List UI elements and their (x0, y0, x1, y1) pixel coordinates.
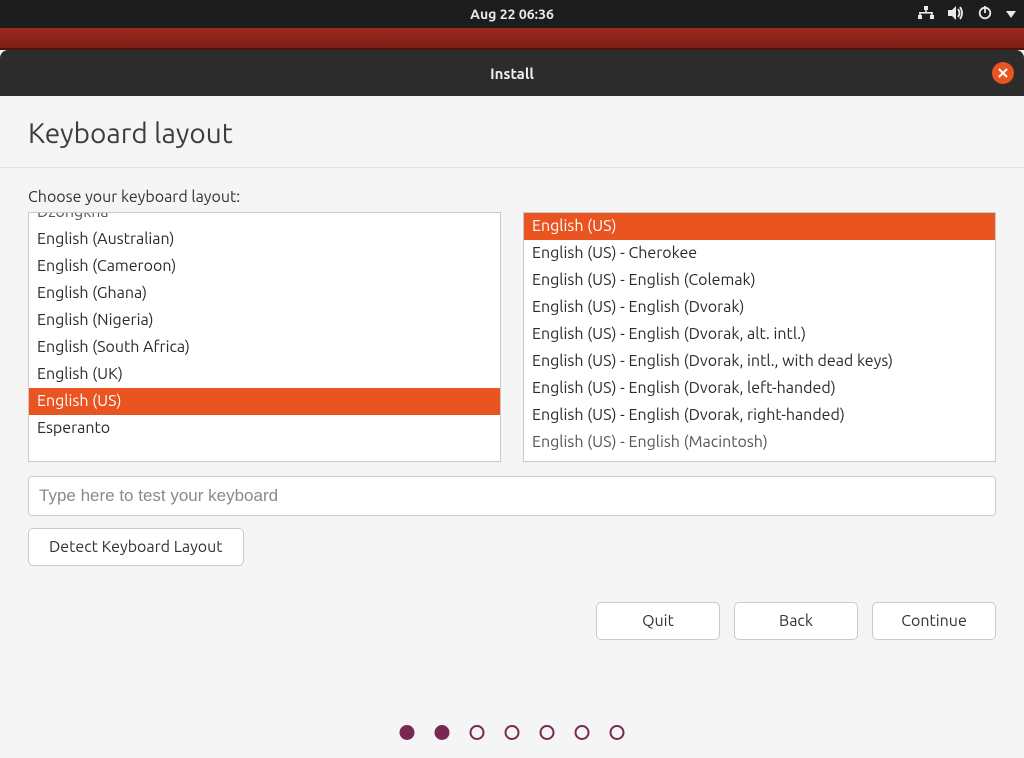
gnome-top-bar: Aug 22 06:36 (0, 0, 1024, 28)
network-icon[interactable] (918, 6, 934, 23)
list-item[interactable]: English (UK) (29, 361, 500, 388)
progress-dot (400, 725, 415, 740)
close-button[interactable] (992, 62, 1014, 84)
back-button[interactable]: Back (734, 602, 858, 640)
list-item[interactable]: English (US) (524, 213, 995, 240)
list-item[interactable]: Esperanto (29, 415, 500, 442)
window-title: Install (490, 65, 534, 82)
system-indicators[interactable] (918, 6, 1016, 23)
progress-dot (575, 725, 590, 740)
detect-layout-button[interactable]: Detect Keyboard Layout (28, 528, 244, 566)
window-titlebar: Install (0, 50, 1024, 96)
list-item[interactable]: English (US) - English (Dvorak, right-ha… (524, 402, 995, 429)
progress-dot (610, 725, 625, 740)
progress-dots (400, 725, 625, 740)
progress-dot (505, 725, 520, 740)
power-icon[interactable] (978, 6, 992, 23)
test-keyboard-input[interactable] (28, 476, 996, 516)
caret-down-icon[interactable] (1006, 6, 1016, 22)
list-item[interactable]: English (US) - English (Dvorak, alt. int… (524, 321, 995, 348)
progress-dot (540, 725, 555, 740)
progress-dot (470, 725, 485, 740)
list-item[interactable]: English (US) (29, 388, 500, 415)
installer-window: Install Keyboard layout Choose your keyb… (0, 50, 1024, 758)
list-item[interactable]: English (US) - Cherokee (524, 240, 995, 267)
clock-label: Aug 22 06:36 (470, 6, 554, 22)
list-item[interactable]: English (US) - English (Dvorak) (524, 294, 995, 321)
progress-dot (435, 725, 450, 740)
list-item[interactable]: English (Ghana) (29, 280, 500, 307)
prompt-label: Choose your keyboard layout: (28, 188, 996, 206)
list-item[interactable]: English (US) - English (Dvorak, left-han… (524, 375, 995, 402)
layout-variant-list[interactable]: English (US)English (US) - CherokeeEngli… (523, 212, 996, 462)
list-item[interactable]: English (South Africa) (29, 334, 500, 361)
list-item[interactable]: English (US) - English (Dvorak, intl., w… (524, 348, 995, 375)
layout-language-list[interactable]: DzongkhaEnglish (Australian)English (Cam… (28, 212, 501, 462)
list-item[interactable]: English (Australian) (29, 226, 500, 253)
volume-icon[interactable] (948, 6, 964, 23)
quit-button[interactable]: Quit (596, 602, 720, 640)
continue-button[interactable]: Continue (872, 602, 996, 640)
list-item[interactable]: English (US) - English (Colemak) (524, 267, 995, 294)
list-item[interactable]: English (Nigeria) (29, 307, 500, 334)
accent-strip (0, 28, 1024, 50)
close-icon (998, 68, 1008, 78)
page-title: Keyboard layout (0, 96, 1024, 167)
list-item[interactable]: Dzongkha (29, 212, 500, 226)
list-item[interactable]: English (Cameroon) (29, 253, 500, 280)
list-item[interactable]: English (US) - English (Macintosh) (524, 429, 995, 456)
